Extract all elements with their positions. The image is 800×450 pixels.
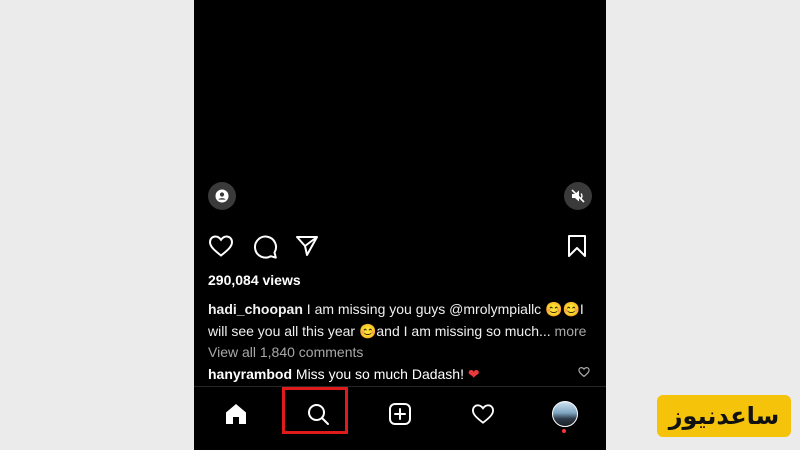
watermark-logo: ساعدنیوز bbox=[657, 395, 791, 437]
comment-username[interactable]: hanyrambod bbox=[208, 366, 292, 382]
search-highlight-box bbox=[282, 387, 348, 434]
watermark-text: ساعدنیوز bbox=[668, 402, 780, 430]
nav-create-post[interactable] bbox=[386, 400, 414, 428]
view-all-comments-link[interactable]: View all 1,840 comments bbox=[208, 344, 363, 360]
mute-button[interactable] bbox=[564, 182, 592, 210]
instagram-phone-screen: 290,084 views hadi_choopan I am missing … bbox=[194, 0, 606, 450]
caption-more-link[interactable]: more bbox=[551, 323, 587, 339]
avatar bbox=[552, 401, 578, 427]
red-heart-emoji: ❤ bbox=[467, 366, 480, 382]
speaker-muted-icon bbox=[571, 189, 585, 203]
heart-icon bbox=[208, 235, 234, 257]
post-caption: hadi_choopan I am missing you guys @mrol… bbox=[208, 298, 594, 342]
like-button[interactable] bbox=[208, 234, 234, 263]
bottom-navigation-bar bbox=[194, 386, 606, 450]
heart-icon bbox=[578, 367, 590, 378]
comment-text: Miss you so much Dadash! bbox=[292, 366, 468, 382]
save-button[interactable] bbox=[567, 234, 587, 263]
share-button[interactable] bbox=[295, 234, 319, 263]
home-icon bbox=[226, 404, 246, 424]
nav-profile[interactable] bbox=[551, 400, 579, 428]
paper-plane-icon bbox=[296, 236, 318, 256]
views-count: 290,084 views bbox=[208, 272, 301, 288]
bookmark-icon bbox=[568, 235, 586, 257]
notification-dot bbox=[562, 429, 566, 433]
comment-button[interactable] bbox=[252, 234, 278, 265]
nav-home[interactable] bbox=[222, 400, 250, 428]
post-video[interactable] bbox=[194, 0, 606, 225]
caption-username[interactable]: hadi_choopan bbox=[208, 301, 303, 317]
person-tag-icon bbox=[215, 189, 229, 203]
comment-preview: hanyrambod Miss you so much Dadash! ❤ bbox=[208, 366, 480, 383]
comment-bubble-icon bbox=[254, 235, 277, 259]
comment-like-button[interactable] bbox=[578, 365, 590, 383]
plus-square-icon bbox=[389, 403, 411, 425]
nav-activity[interactable] bbox=[469, 400, 497, 428]
right-margin bbox=[606, 0, 800, 450]
heart-icon bbox=[471, 404, 495, 424]
tagged-people-button[interactable] bbox=[208, 182, 236, 210]
left-margin bbox=[0, 0, 194, 450]
